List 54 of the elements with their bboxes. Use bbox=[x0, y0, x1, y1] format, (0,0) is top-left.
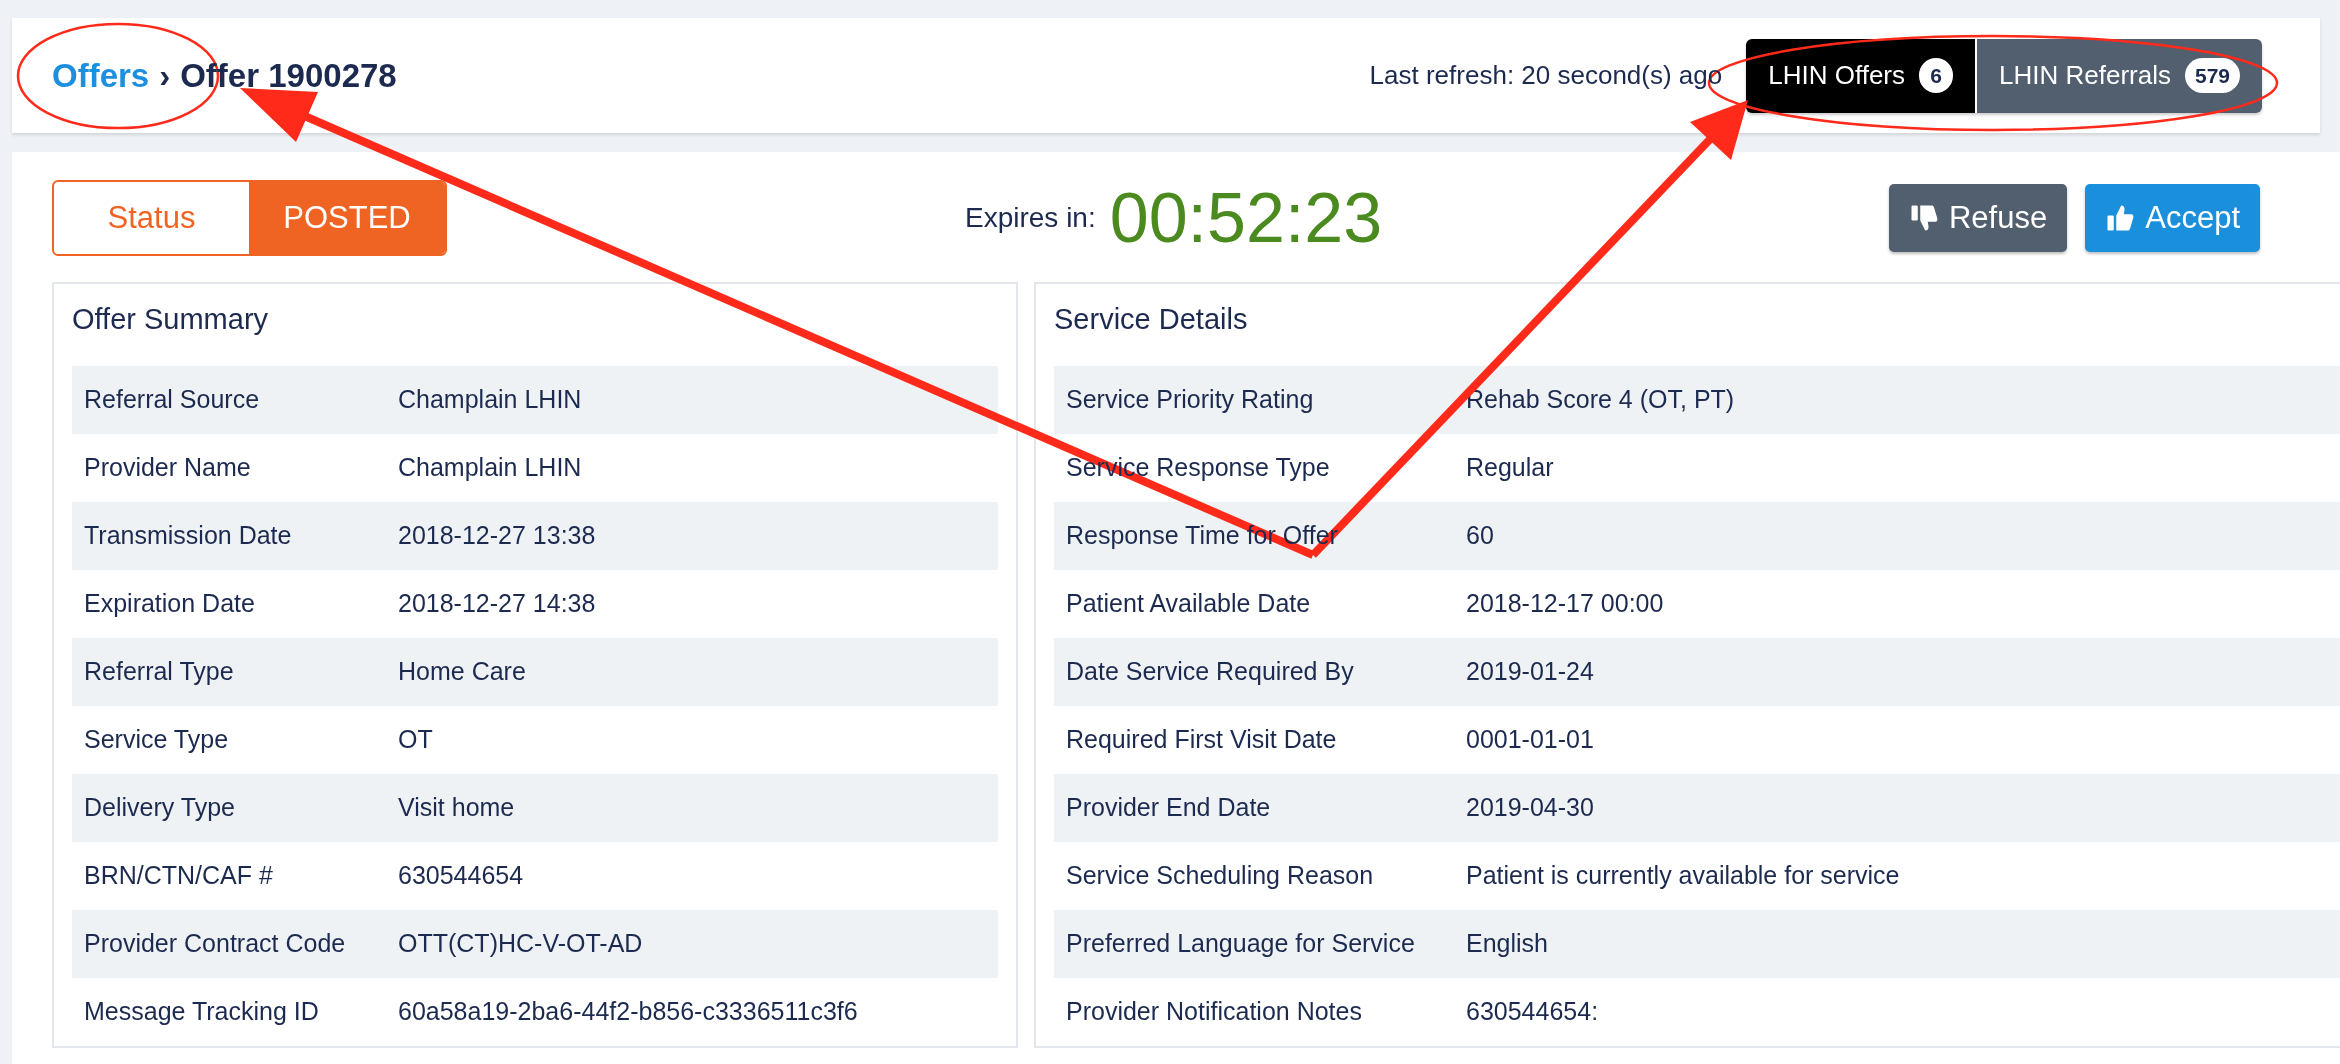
field-value: 2019-01-24 bbox=[1466, 655, 1594, 687]
breadcrumb-link[interactable]: Offers bbox=[52, 50, 150, 101]
field-value: 2018-12-17 00:00 bbox=[1466, 587, 1664, 619]
panel-title: Service Details bbox=[1054, 302, 1249, 337]
field-label: Delivery Type bbox=[83, 791, 236, 823]
field-label: BRN/CTN/CAF # bbox=[83, 859, 274, 891]
field-value: Patient is currently available for service bbox=[1466, 859, 1900, 891]
field-label: Referral Source bbox=[83, 383, 261, 415]
accept-button[interactable]: Accept bbox=[2085, 184, 2260, 252]
field-label: Transmission Date bbox=[83, 519, 293, 551]
countdown-timer: 00:52:23 bbox=[1109, 183, 1383, 253]
field-value: Visit home bbox=[398, 791, 515, 823]
status-value: POSTED bbox=[249, 182, 445, 254]
tab[interactable]: LHIN Offers 6 bbox=[1746, 38, 1975, 113]
field-label: Required First Visit Date bbox=[1065, 723, 1338, 755]
field-value: 2018-12-27 14:38 bbox=[398, 587, 596, 619]
refuse-button[interactable]: Refuse bbox=[1889, 184, 2068, 252]
field-label: Service Priority Rating bbox=[1065, 383, 1315, 415]
field-label: Preferred Language for Service bbox=[1065, 927, 1416, 959]
count-badge: 579 bbox=[2184, 57, 2240, 94]
field-value: 60 bbox=[1466, 519, 1494, 551]
field-value: OTT(CT)HC-V-OT-AD bbox=[398, 927, 643, 959]
field-label: Date Service Required By bbox=[1065, 655, 1355, 687]
field-label: Message Tracking ID bbox=[83, 995, 320, 1027]
field-label: Service Scheduling Reason bbox=[1065, 859, 1375, 891]
field-label: Referral Type bbox=[83, 655, 235, 687]
field-value: 630544654: bbox=[1466, 995, 1599, 1027]
expires-label: Expires in: bbox=[965, 201, 1096, 235]
panel-title: Offer Summary bbox=[72, 302, 270, 337]
field-label: Service Type bbox=[83, 723, 230, 755]
field-label: Provider End Date bbox=[1065, 791, 1272, 823]
field-label: Provider Notification Notes bbox=[1065, 995, 1363, 1027]
field-value: Rehab Score 4 (OT, PT) bbox=[1466, 383, 1735, 415]
field-value: OT bbox=[398, 723, 433, 755]
tab[interactable]: LHIN Referrals 579 bbox=[1975, 38, 2262, 113]
field-value: Champlain LHIN bbox=[398, 451, 582, 483]
thumbs-down-icon bbox=[1909, 203, 1939, 233]
count-badge: 6 bbox=[1919, 57, 1953, 94]
field-value: 630544654 bbox=[398, 859, 524, 891]
field-label: Patient Available Date bbox=[1065, 587, 1312, 619]
field-value: Champlain LHIN bbox=[398, 383, 582, 415]
thumbs-up-icon bbox=[2105, 203, 2136, 233]
field-label: Provider Name bbox=[83, 451, 252, 483]
field-value: Home Care bbox=[398, 655, 526, 687]
field-value: 2018-12-27 13:38 bbox=[398, 519, 596, 551]
field-value: 0001-01-01 bbox=[1466, 723, 1594, 755]
field-value: 2019-04-30 bbox=[1466, 791, 1594, 823]
breadcrumb-separator: › bbox=[159, 55, 171, 96]
field-label: Provider Contract Code bbox=[83, 927, 347, 959]
field-value: English bbox=[1466, 927, 1548, 959]
field-value: Regular bbox=[1466, 451, 1554, 483]
field-value: 60a58a19-2ba6-44f2-b856-c3336511c3f6 bbox=[398, 995, 858, 1027]
field-label: Expiration Date bbox=[83, 587, 256, 619]
status-label: Status bbox=[106, 198, 197, 237]
